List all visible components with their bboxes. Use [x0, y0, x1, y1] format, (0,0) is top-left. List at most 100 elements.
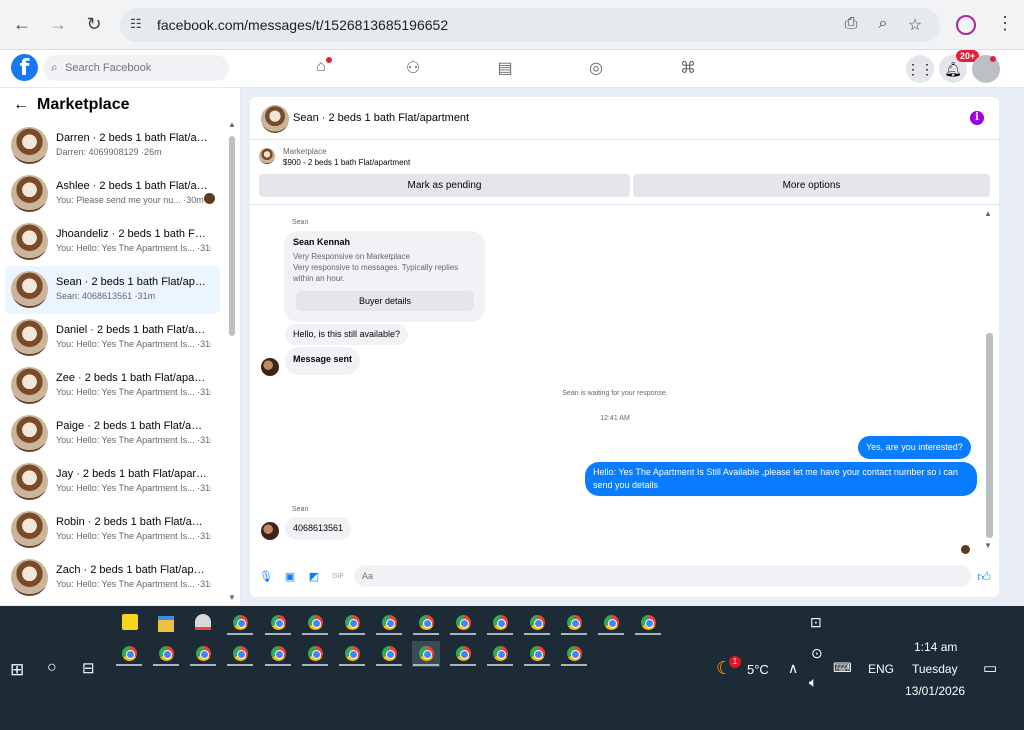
chrome-taskbar-icon[interactable]	[634, 610, 662, 636]
task-view-icon[interactable]: ⊟	[82, 659, 95, 677]
chat-avatar[interactable]	[261, 105, 289, 133]
address-bar[interactable]: ☷ facebook.com/messages/t/15268136851966…	[120, 8, 940, 42]
gif-icon[interactable]: GIF	[331, 570, 345, 584]
conversation-item[interactable]: Jay · 2 beds 1 bath Flat/apartment You: H…	[5, 458, 220, 506]
chrome-taskbar-icon[interactable]	[152, 641, 180, 667]
scroll-up-arrow-icon[interactable]: ▲	[984, 209, 992, 218]
sender-avatar[interactable]	[261, 522, 279, 540]
search-box[interactable]: ⌕	[43, 55, 229, 81]
chrome-taskbar-icon[interactable]	[264, 610, 292, 636]
info-icon[interactable]: i	[970, 111, 984, 125]
chrome-taskbar-icon[interactable]	[226, 610, 254, 636]
conversation-item[interactable]: Zee · 2 beds 1 bath Flat/apartment You: H…	[5, 362, 220, 410]
bookmark-star-icon[interactable]: ☆	[905, 15, 925, 35]
weather-temperature[interactable]: 5°C	[747, 662, 769, 677]
chrome-taskbar-icon[interactable]	[597, 610, 625, 636]
chrome-taskbar-icon[interactable]	[449, 641, 477, 667]
more-options-button[interactable]: More options	[633, 174, 990, 197]
listing-thumbnail[interactable]	[259, 148, 275, 164]
clock-day[interactable]: Tuesday	[912, 662, 958, 676]
microphone-icon[interactable]: ⊙	[811, 645, 823, 662]
chrome-taskbar-icon[interactable]	[560, 641, 588, 667]
conversation-preview: Sean: 4068613561 ·31m	[56, 291, 156, 301]
clock-time[interactable]: 1:14 am	[914, 640, 957, 654]
url-text[interactable]: facebook.com/messages/t/1526813685196652	[157, 17, 448, 33]
chrome-taskbar-icon[interactable]	[264, 641, 292, 667]
thumbs-up-icon[interactable]: 👍︎	[977, 570, 991, 584]
volume-icon[interactable]: 🔈︎	[809, 674, 817, 691]
keyboard-icon[interactable]: ⌨	[833, 660, 852, 676]
reload-icon[interactable]: ↻	[82, 12, 106, 36]
chrome-taskbar-icon[interactable]	[412, 610, 440, 636]
chrome-taskbar-icon[interactable]	[375, 610, 403, 636]
sticker-icon[interactable]: ◩	[307, 570, 321, 584]
chrome-taskbar-icon[interactable]	[412, 641, 440, 667]
buyer-details-button[interactable]: Buyer details	[296, 291, 474, 311]
install-app-icon[interactable]: ⎙	[841, 15, 861, 33]
profile-icon[interactable]	[956, 15, 976, 35]
conversation-item[interactable]: Zach · 2 beds 1 bath Flat/apartment You: …	[5, 554, 220, 602]
conversation-item[interactable]: Jhoandeliz · 2 beds 1 bath Flat/apartmen…	[5, 218, 220, 266]
kebab-menu-icon[interactable]: ⋮	[996, 13, 1014, 34]
site-settings-icon[interactable]: ☷	[130, 16, 148, 34]
sender-avatar[interactable]	[261, 358, 279, 376]
conversation-item[interactable]: Daniel · 2 beds 1 bath Flat/apartment You…	[5, 314, 220, 362]
chrome-taskbar-icon[interactable]	[226, 641, 254, 667]
search-input[interactable]	[65, 59, 225, 77]
chrome-taskbar-icon[interactable]	[301, 641, 329, 667]
clock-date[interactable]: 13/01/2026	[905, 684, 965, 698]
mark-pending-button[interactable]: Mark as pending	[259, 174, 630, 197]
conversation-item[interactable]: Darren · 2 beds 1 bath Flat/apartment Dar…	[5, 122, 220, 170]
file-explorer-icon[interactable]	[158, 616, 174, 632]
forward-arrow-icon[interactable]: →	[46, 12, 70, 36]
chrome-taskbar-icon[interactable]	[115, 641, 143, 667]
chrome-taskbar-icon[interactable]	[486, 641, 514, 667]
conversation-item[interactable]: Paige · 2 beds 1 bath Flat/apartment You:…	[5, 410, 220, 458]
message-input[interactable]	[362, 568, 922, 584]
conversation-item[interactable]: Ashlee · 2 beds 1 bath Flat/apartment You…	[5, 170, 220, 218]
groups-icon[interactable]: ◎	[585, 58, 607, 80]
sticky-notes-icon[interactable]	[122, 614, 138, 630]
conversation-item[interactable]: Robin · 2 beds 1 bath Flat/apartment You:…	[5, 506, 220, 554]
gaming-icon[interactable]: ⌘	[677, 58, 699, 80]
message-input-box[interactable]: ☺	[354, 565, 971, 587]
chrome-taskbar-icon[interactable]	[301, 610, 329, 636]
search-circle-icon[interactable]: ○	[47, 659, 57, 677]
chrome-taskbar-icon[interactable]	[338, 641, 366, 667]
scrollbar-thumb[interactable]	[986, 333, 993, 538]
zoom-icon[interactable]: ⌕	[873, 15, 893, 33]
scroll-down-arrow-icon[interactable]: ▼	[984, 541, 992, 550]
marketplace-icon[interactable]: ▤	[494, 58, 516, 80]
chat-title[interactable]: Sean · 2 beds 1 bath Flat/apartment	[293, 112, 469, 124]
scroll-up-arrow-icon[interactable]: ▲	[228, 120, 236, 129]
photo-icon[interactable]: ▣	[283, 570, 297, 584]
friends-icon[interactable]: ⚇	[402, 58, 424, 80]
chrome-taskbar-icon[interactable]	[338, 610, 366, 636]
back-arrow-icon[interactable]: ←	[13, 96, 29, 114]
chrome-taskbar-icon[interactable]	[560, 610, 588, 636]
scrollbar-thumb[interactable]	[229, 136, 235, 336]
conversation-avatar	[11, 223, 48, 260]
windows-start-icon[interactable]: ⊞	[10, 660, 24, 680]
language-indicator[interactable]: ENG	[868, 662, 894, 676]
conversation-preview: You: Hello: Yes The Apartment Is... ·31m	[56, 483, 211, 493]
menu-grid-icon[interactable]: ⋮⋮	[906, 55, 934, 83]
chrome-taskbar-icon[interactable]	[375, 641, 403, 667]
chrome-taskbar-icon[interactable]	[449, 610, 477, 636]
conversation-avatar	[11, 271, 48, 308]
listing-price[interactable]: $900 - 2 beds 1 bath Flat/apartment	[283, 158, 410, 167]
back-arrow-icon[interactable]: ←	[10, 12, 34, 36]
scroll-down-arrow-icon[interactable]: ▼	[228, 593, 236, 602]
conversation-item[interactable]: Sean · 2 beds 1 bath Flat/apartment Sean:…	[5, 266, 220, 314]
conversation-name: Daniel · 2 beds 1 bath Flat/apartment	[56, 324, 208, 336]
paint-icon[interactable]	[195, 614, 211, 630]
chevron-up-icon[interactable]: ∧	[788, 660, 798, 677]
network-icon[interactable]: ⊡	[810, 614, 822, 631]
chrome-taskbar-icon[interactable]	[523, 610, 551, 636]
chrome-taskbar-icon[interactable]	[486, 610, 514, 636]
microphone-icon[interactable]: 🎙︎	[259, 570, 273, 584]
notification-center-icon[interactable]: ▭	[983, 659, 997, 677]
facebook-logo-icon[interactable]: f	[11, 54, 38, 81]
chrome-taskbar-icon[interactable]	[189, 641, 217, 667]
chrome-taskbar-icon[interactable]	[523, 641, 551, 667]
